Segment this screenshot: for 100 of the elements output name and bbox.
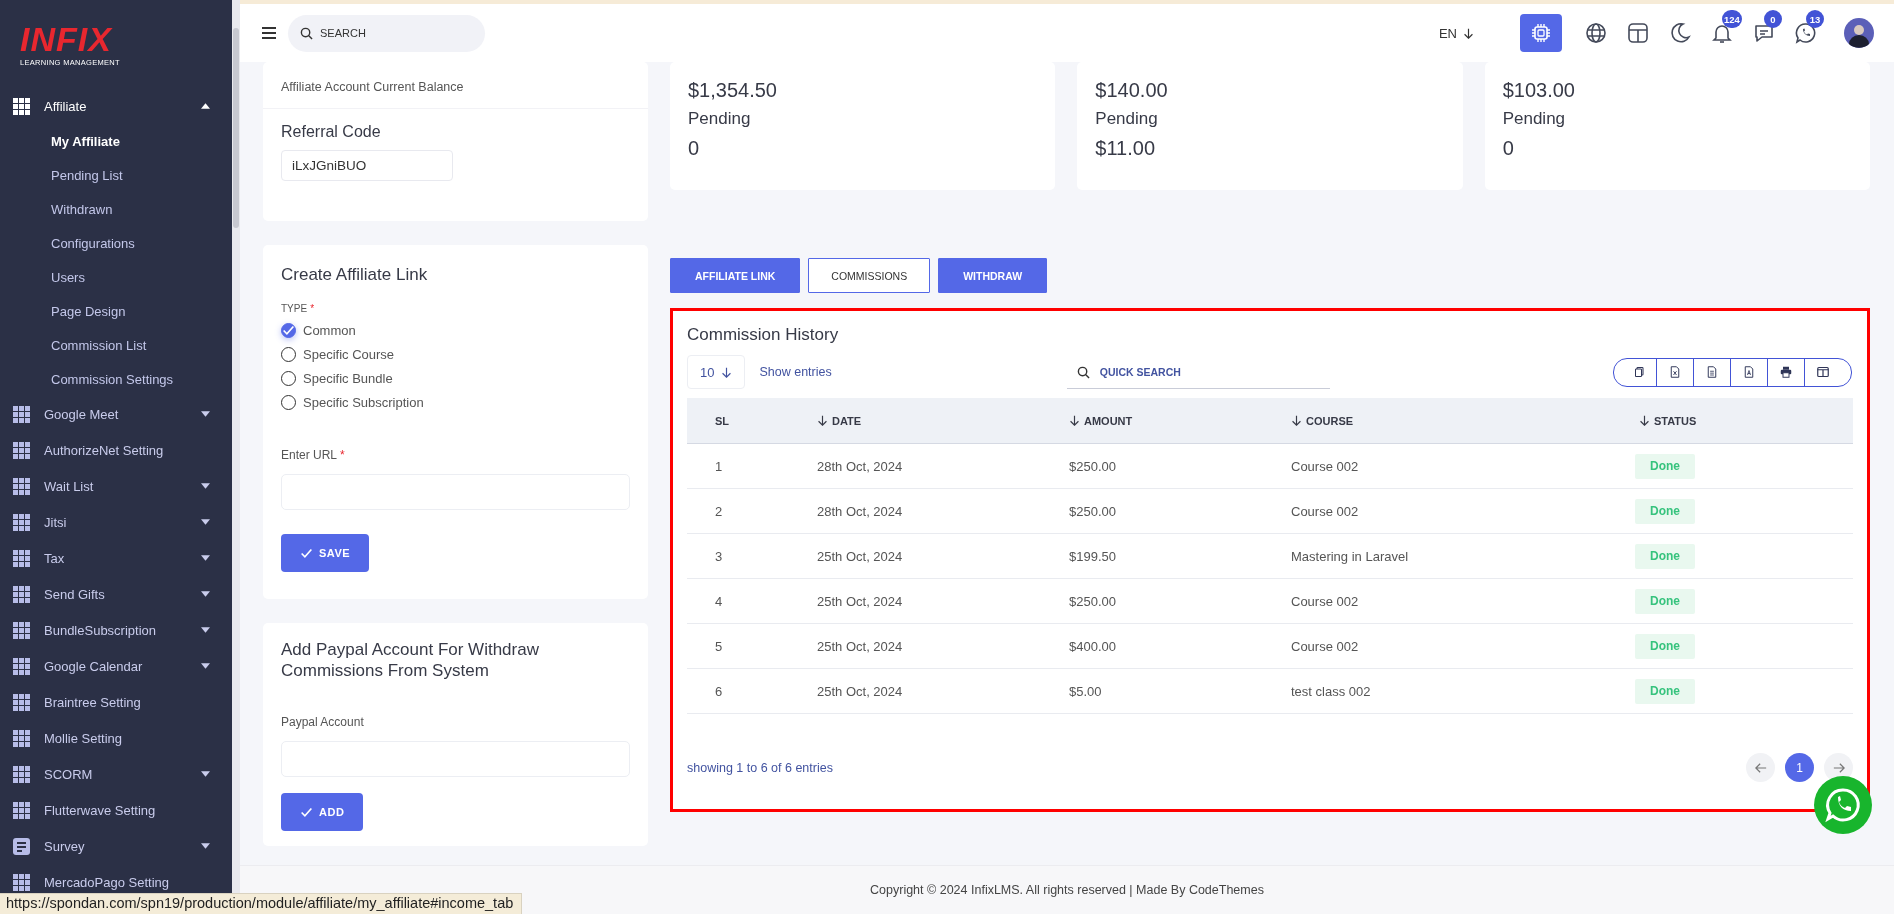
grid-icon xyxy=(13,657,30,675)
table-cell-text: 25th Oct, 2024 xyxy=(817,593,904,609)
sidebar-item[interactable]: Flutterwave Setting xyxy=(0,798,232,822)
table-cell-text: $400.00 xyxy=(1069,638,1117,654)
avatar xyxy=(1844,18,1874,48)
language-selector[interactable]: EN xyxy=(1438,25,1474,41)
save-button[interactable]: SAVE xyxy=(281,534,370,572)
option-label[interactable]: Specific Course xyxy=(303,346,395,362)
field-label: Enter URL * xyxy=(281,448,346,462)
table-cell-text: test class 002 xyxy=(1291,683,1372,699)
submenu-item[interactable]: Withdrawn xyxy=(51,201,113,217)
grid-icon xyxy=(13,801,30,819)
grid-icon xyxy=(13,729,30,747)
option-label[interactable]: Specific Bundle xyxy=(303,370,393,386)
sidebar-item[interactable]: MercadoPago Setting xyxy=(0,870,232,894)
table-cell-text: 6 xyxy=(714,683,724,699)
entries-label: Show entries xyxy=(759,365,832,379)
sidebar-item[interactable]: Braintree Setting xyxy=(0,690,232,714)
arrow-right-icon xyxy=(1832,761,1845,774)
tab[interactable]: COMMISSIONS xyxy=(808,258,931,293)
pending-label: Pending xyxy=(688,108,752,130)
pending-label: Pending xyxy=(1502,108,1567,130)
count-badge: 0 xyxy=(1764,10,1782,28)
sidebar-item[interactable]: Affiliate xyxy=(0,94,232,118)
menu-icon[interactable] xyxy=(262,27,276,39)
pending-amount: 0 xyxy=(1502,136,1515,161)
moon-icon[interactable] xyxy=(1668,21,1692,45)
grid-icon xyxy=(13,585,30,603)
layout-icon[interactable] xyxy=(1626,21,1650,45)
referral-code-field[interactable]: iLxJGniBUO xyxy=(281,150,453,181)
sidebar-item[interactable]: Google Meet xyxy=(0,402,232,426)
arrow-left-icon xyxy=(1754,761,1767,774)
page-size-select[interactable]: 10 xyxy=(687,355,746,389)
sidebar-item[interactable]: Mollie Setting xyxy=(0,726,232,750)
column-header[interactable]: AMOUNT xyxy=(1069,414,1291,427)
option-label[interactable]: Specific Subscription xyxy=(303,394,424,410)
sidebar-item[interactable]: SCORM xyxy=(0,762,232,786)
search-icon xyxy=(1076,366,1090,379)
submenu-item[interactable]: Commission List xyxy=(51,337,147,353)
option-label[interactable]: Common xyxy=(303,322,356,338)
arrow-down-icon xyxy=(1463,27,1474,39)
table-cell-text: 1 xyxy=(714,458,724,474)
tab[interactable]: WITHDRAW xyxy=(938,258,1048,293)
status-badge: Done xyxy=(1635,543,1695,569)
grid-icon xyxy=(13,97,30,115)
search-field[interactable]: SEARCH xyxy=(288,14,485,52)
pdf-file-icon xyxy=(1743,366,1755,378)
excel-file-icon xyxy=(1669,366,1681,378)
table-cell-text: Mastering in Laravel xyxy=(1291,548,1410,564)
scrollbar-thumb[interactable] xyxy=(233,28,239,228)
table-cell-text: Course 002 xyxy=(1291,503,1360,519)
column-header[interactable]: COURSE xyxy=(1291,414,1639,427)
table-cell-text: Course 002 xyxy=(1291,638,1360,654)
sidebar-item[interactable]: Jitsi xyxy=(0,510,232,534)
submenu-item[interactable]: Users xyxy=(51,269,85,285)
check-icon xyxy=(300,805,313,819)
table-cell-text: 28th Oct, 2024 xyxy=(817,458,904,474)
field-label: TYPE * xyxy=(281,303,316,314)
submenu-item[interactable]: Pending List xyxy=(51,167,123,183)
sidebar-item[interactable]: BundleSubscription xyxy=(0,618,232,642)
globe-icon[interactable] xyxy=(1584,21,1608,45)
sidebar-item[interactable]: AuthorizeNet Setting xyxy=(0,438,232,462)
sidebar-item[interactable]: Tax xyxy=(0,546,232,570)
grid-icon xyxy=(13,873,30,891)
field-label: Paypal Account xyxy=(281,715,365,729)
card-subtitle: Affiliate Account Current Balance xyxy=(281,80,465,94)
form-icon xyxy=(13,837,30,855)
copy-icon xyxy=(1634,366,1646,378)
status-badge: Done xyxy=(1635,498,1695,524)
table-cell-text: $250.00 xyxy=(1069,593,1117,609)
ai-button[interactable] xyxy=(1520,14,1562,52)
sidebar-item[interactable]: Survey xyxy=(0,834,232,858)
sidebar-item[interactable]: Send Gifts xyxy=(0,582,232,606)
grid-icon xyxy=(13,513,30,531)
status-badge: Done xyxy=(1635,633,1695,659)
submenu-item[interactable]: Commission Settings xyxy=(51,371,174,387)
radio-button[interactable] xyxy=(281,322,296,338)
sidebar-item[interactable]: Wait List xyxy=(0,474,232,498)
whatsapp-icon[interactable] xyxy=(1794,21,1818,45)
table-cell-text: 25th Oct, 2024 xyxy=(817,548,904,564)
tab[interactable]: AFFILIATE LINK xyxy=(670,258,801,293)
page-button[interactable]: 1 xyxy=(1785,753,1814,782)
submenu-item[interactable]: Page Design xyxy=(51,303,126,319)
column-header[interactable]: SL xyxy=(687,414,817,427)
column-header[interactable]: DATE xyxy=(817,414,1069,427)
sidebar-item[interactable]: Google Calendar xyxy=(0,654,232,678)
status-badge: Done xyxy=(1635,588,1695,614)
amount: $140.00 xyxy=(1095,78,1169,103)
card-title: Commission History xyxy=(687,325,840,345)
add-button[interactable]: ADD xyxy=(281,793,364,831)
submenu-item[interactable]: My Affiliate xyxy=(51,133,120,149)
table-cell-text: Course 002 xyxy=(1291,593,1360,609)
field-label: Referral Code xyxy=(281,123,382,141)
table-cell-text: Course 002 xyxy=(1291,458,1360,474)
table-cell-text: $250.00 xyxy=(1069,503,1117,519)
column-header[interactable]: STATUS xyxy=(1639,414,1853,427)
table-cell-text: 25th Oct, 2024 xyxy=(817,638,904,654)
grid-icon xyxy=(13,441,30,459)
submenu-item[interactable]: Configurations xyxy=(51,235,135,251)
url-text: https://spondan.com/spn19/production/module/affiliate/my_affiliate#income_tab xyxy=(6,895,514,911)
